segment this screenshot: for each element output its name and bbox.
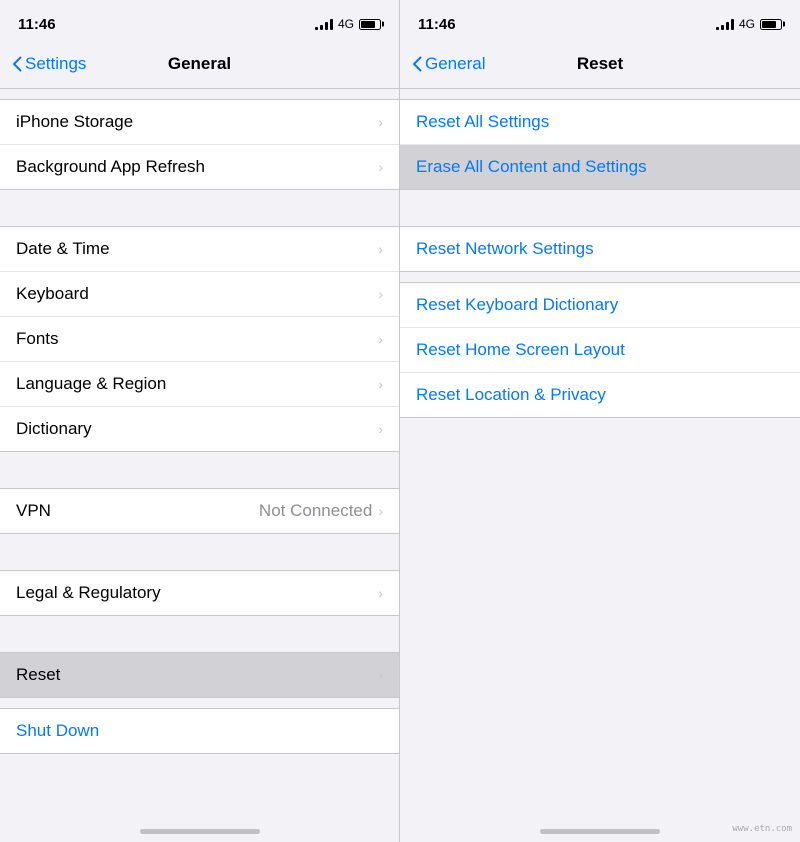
signal-icon [315,18,333,30]
reset-location-label: Reset Location & Privacy [416,385,606,405]
reset-list-item[interactable]: Reset › [0,653,399,697]
reset-label: Reset [16,665,60,685]
right-settings-content: Reset All Settings Erase All Content and… [400,89,800,809]
left-back-label: Settings [25,54,86,74]
list-item-right: › [378,376,383,392]
left-group3: VPN Not Connected › [0,488,399,534]
reset-all-settings-item[interactable]: Reset All Settings [400,100,800,145]
list-item[interactable]: Keyboard › [0,272,399,317]
list-item-right: › [378,331,383,347]
reset-network-label: Reset Network Settings [416,239,594,259]
chevron-icon: › [378,286,383,302]
network-label: 4G [338,17,354,31]
list-item-right: › [378,585,383,601]
home-bar [140,829,260,834]
chevron-icon: › [378,114,383,130]
left-reset-section: Reset › [0,652,399,698]
shutdown-label: Shut Down [16,721,99,741]
erase-all-label: Erase All Content and Settings [416,157,647,177]
reset-keyboard-label: Reset Keyboard Dictionary [416,295,618,315]
network-label: 4G [739,17,755,31]
right-status-bar: 11:46 4G [400,0,800,44]
date-time-label: Date & Time [16,239,110,259]
reset-location-item[interactable]: Reset Location & Privacy [400,373,800,417]
left-status-bar: 11:46 4G [0,0,399,44]
left-settings-content: iPhone Storage › Background App Refresh … [0,89,399,809]
list-item[interactable]: Date & Time › [0,227,399,272]
list-item-right: › [378,159,383,175]
fonts-label: Fonts [16,329,59,349]
right-group2: Reset Network Settings [400,226,800,272]
right-back-button[interactable]: General [412,54,485,74]
legal-label: Legal & Regulatory [16,583,161,603]
vpn-label: VPN [16,501,51,521]
erase-all-item[interactable]: Erase All Content and Settings [400,145,800,189]
list-item[interactable]: Language & Region › [0,362,399,407]
iphone-storage-label: iPhone Storage [16,112,133,132]
right-back-label: General [425,54,485,74]
shutdown-item[interactable]: Shut Down [0,708,399,754]
left-home-indicator [0,808,399,842]
reset-network-item[interactable]: Reset Network Settings [400,227,800,271]
chevron-icon: › [378,331,383,347]
home-bar [540,829,660,834]
chevron-icon: › [378,503,383,519]
reset-all-settings-label: Reset All Settings [416,112,549,132]
bg-refresh-label: Background App Refresh [16,157,205,177]
list-item-right: › [378,667,383,683]
left-back-button[interactable]: Settings [12,54,86,74]
watermark: www.etn.com [732,824,792,834]
chevron-icon: › [378,159,383,175]
vpn-value: Not Connected [259,501,372,521]
left-panel: 11:46 4G Settings General [0,0,400,842]
right-nav-bar: General Reset [400,44,800,88]
list-item[interactable]: Background App Refresh › [0,145,399,189]
keyboard-label: Keyboard [16,284,89,304]
right-group1: Reset All Settings Erase All Content and… [400,99,800,190]
language-region-label: Language & Region [16,374,166,394]
reset-home-screen-item[interactable]: Reset Home Screen Layout [400,328,800,373]
list-item[interactable]: Dictionary › [0,407,399,451]
list-item-right: › [378,241,383,257]
list-item-right: › [378,286,383,302]
chevron-icon: › [378,667,383,683]
list-item-right: Not Connected › [259,501,383,521]
chevron-icon: › [378,421,383,437]
left-group2: Date & Time › Keyboard › Fonts › Languag… [0,226,399,452]
right-nav-title: Reset [577,54,623,74]
list-item[interactable]: iPhone Storage › [0,100,399,145]
list-item[interactable]: Fonts › [0,317,399,362]
battery-icon [760,19,782,30]
left-group4: Legal & Regulatory › [0,570,399,616]
left-nav-title: General [168,54,231,74]
signal-icon [716,18,734,30]
right-status-time: 11:46 [418,16,456,33]
chevron-icon: › [378,241,383,257]
reset-keyboard-item[interactable]: Reset Keyboard Dictionary [400,283,800,328]
dictionary-label: Dictionary [16,419,92,439]
right-panel: 11:46 4G General Reset [400,0,800,842]
left-status-icons: 4G [315,17,381,31]
left-group1: iPhone Storage › Background App Refresh … [0,99,399,190]
list-item-right: › [378,114,383,130]
chevron-icon: › [378,376,383,392]
left-nav-bar: Settings General [0,44,399,88]
battery-icon [359,19,381,30]
list-item-right: › [378,421,383,437]
right-group3: Reset Keyboard Dictionary Reset Home Scr… [400,282,800,418]
reset-home-screen-label: Reset Home Screen Layout [416,340,625,360]
left-status-time: 11:46 [18,16,56,33]
right-status-icons: 4G [716,17,782,31]
list-item[interactable]: VPN Not Connected › [0,489,399,533]
list-item[interactable]: Legal & Regulatory › [0,571,399,615]
chevron-icon: › [378,585,383,601]
